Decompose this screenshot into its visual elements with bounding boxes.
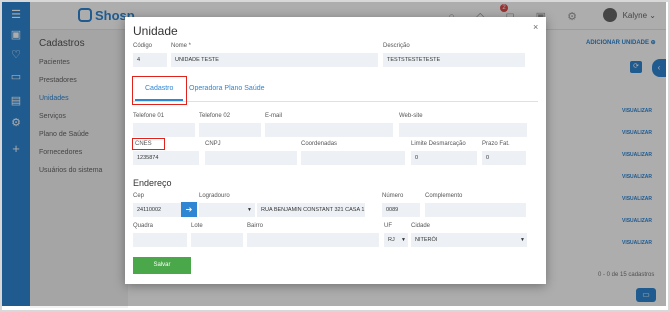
- telefone2-label: Telefone 02: [199, 113, 231, 119]
- website-label: Web-site: [399, 113, 423, 119]
- save-button[interactable]: Salvar: [133, 257, 191, 274]
- prazo-label: Prazo Fat.: [482, 141, 510, 147]
- email-field[interactable]: [265, 123, 393, 137]
- nome-label: Nome *: [171, 43, 192, 49]
- descricao-label: Descrição: [383, 43, 410, 49]
- tab-operadora[interactable]: Operadora Plano Saúde: [189, 85, 265, 92]
- complemento-field[interactable]: [425, 203, 526, 217]
- chevron-down-icon: ▼: [401, 237, 406, 243]
- telefone1-field[interactable]: [133, 123, 195, 137]
- modal-title: Unidade: [133, 24, 178, 38]
- codigo-label: Código: [133, 43, 153, 49]
- cnes-field[interactable]: 1235874: [133, 151, 199, 165]
- limite-label: Limite Desmarcação: [411, 141, 466, 147]
- logradouro-label: Logradouro: [199, 193, 230, 199]
- numero-label: Número: [382, 193, 404, 199]
- highlight-cnes-box: [132, 138, 165, 150]
- uf-label: UF: [384, 223, 392, 229]
- codigo-field[interactable]: 4: [133, 53, 167, 67]
- website-field[interactable]: [399, 123, 527, 137]
- limite-field[interactable]: 0: [411, 151, 477, 165]
- cnpj-field[interactable]: [205, 151, 297, 165]
- cep-search-button[interactable]: ➔: [181, 202, 197, 217]
- complemento-label: Complemento: [425, 193, 463, 199]
- cidade-select[interactable]: NITERÓI: [411, 233, 527, 247]
- highlight-tab-box: [132, 76, 187, 105]
- bairro-label: Bairro: [247, 223, 264, 229]
- coordenadas-label: Coordenadas: [301, 141, 338, 147]
- cnpj-label: CNPJ: [205, 141, 221, 147]
- lote-label: Lote: [191, 223, 203, 229]
- unit-modal: Unidade × Código 4 Nome * UNIDADE TESTE …: [125, 17, 546, 284]
- email-label: E-mail: [265, 113, 283, 119]
- prazo-field[interactable]: 0: [482, 151, 526, 165]
- tabs-divider: [133, 101, 538, 102]
- quadra-field[interactable]: [133, 233, 187, 247]
- descricao-field[interactable]: TESTSTESTETESTE: [383, 53, 525, 67]
- cep-field[interactable]: 24110002: [133, 203, 181, 217]
- numero-field[interactable]: 0089: [382, 203, 420, 217]
- quadra-label: Quadra: [133, 223, 154, 229]
- telefone2-field[interactable]: [199, 123, 261, 137]
- bairro-field[interactable]: [247, 233, 379, 247]
- lote-field[interactable]: [191, 233, 243, 247]
- cidade-label: Cidade: [411, 223, 431, 229]
- endereco-heading: Endereço: [133, 178, 172, 188]
- cep-label: Cep: [133, 193, 145, 199]
- coordenadas-field[interactable]: [301, 151, 405, 165]
- nome-field[interactable]: UNIDADE TESTE: [171, 53, 378, 67]
- chevron-down-icon: ▼: [520, 237, 525, 243]
- telefone1-label: Telefone 01: [133, 113, 165, 119]
- chevron-down-icon: ▼: [247, 207, 252, 213]
- close-icon[interactable]: ×: [533, 22, 538, 32]
- logradouro-field[interactable]: RUA BENJAMIN CONSTANT 321 CASA 1: [257, 203, 365, 217]
